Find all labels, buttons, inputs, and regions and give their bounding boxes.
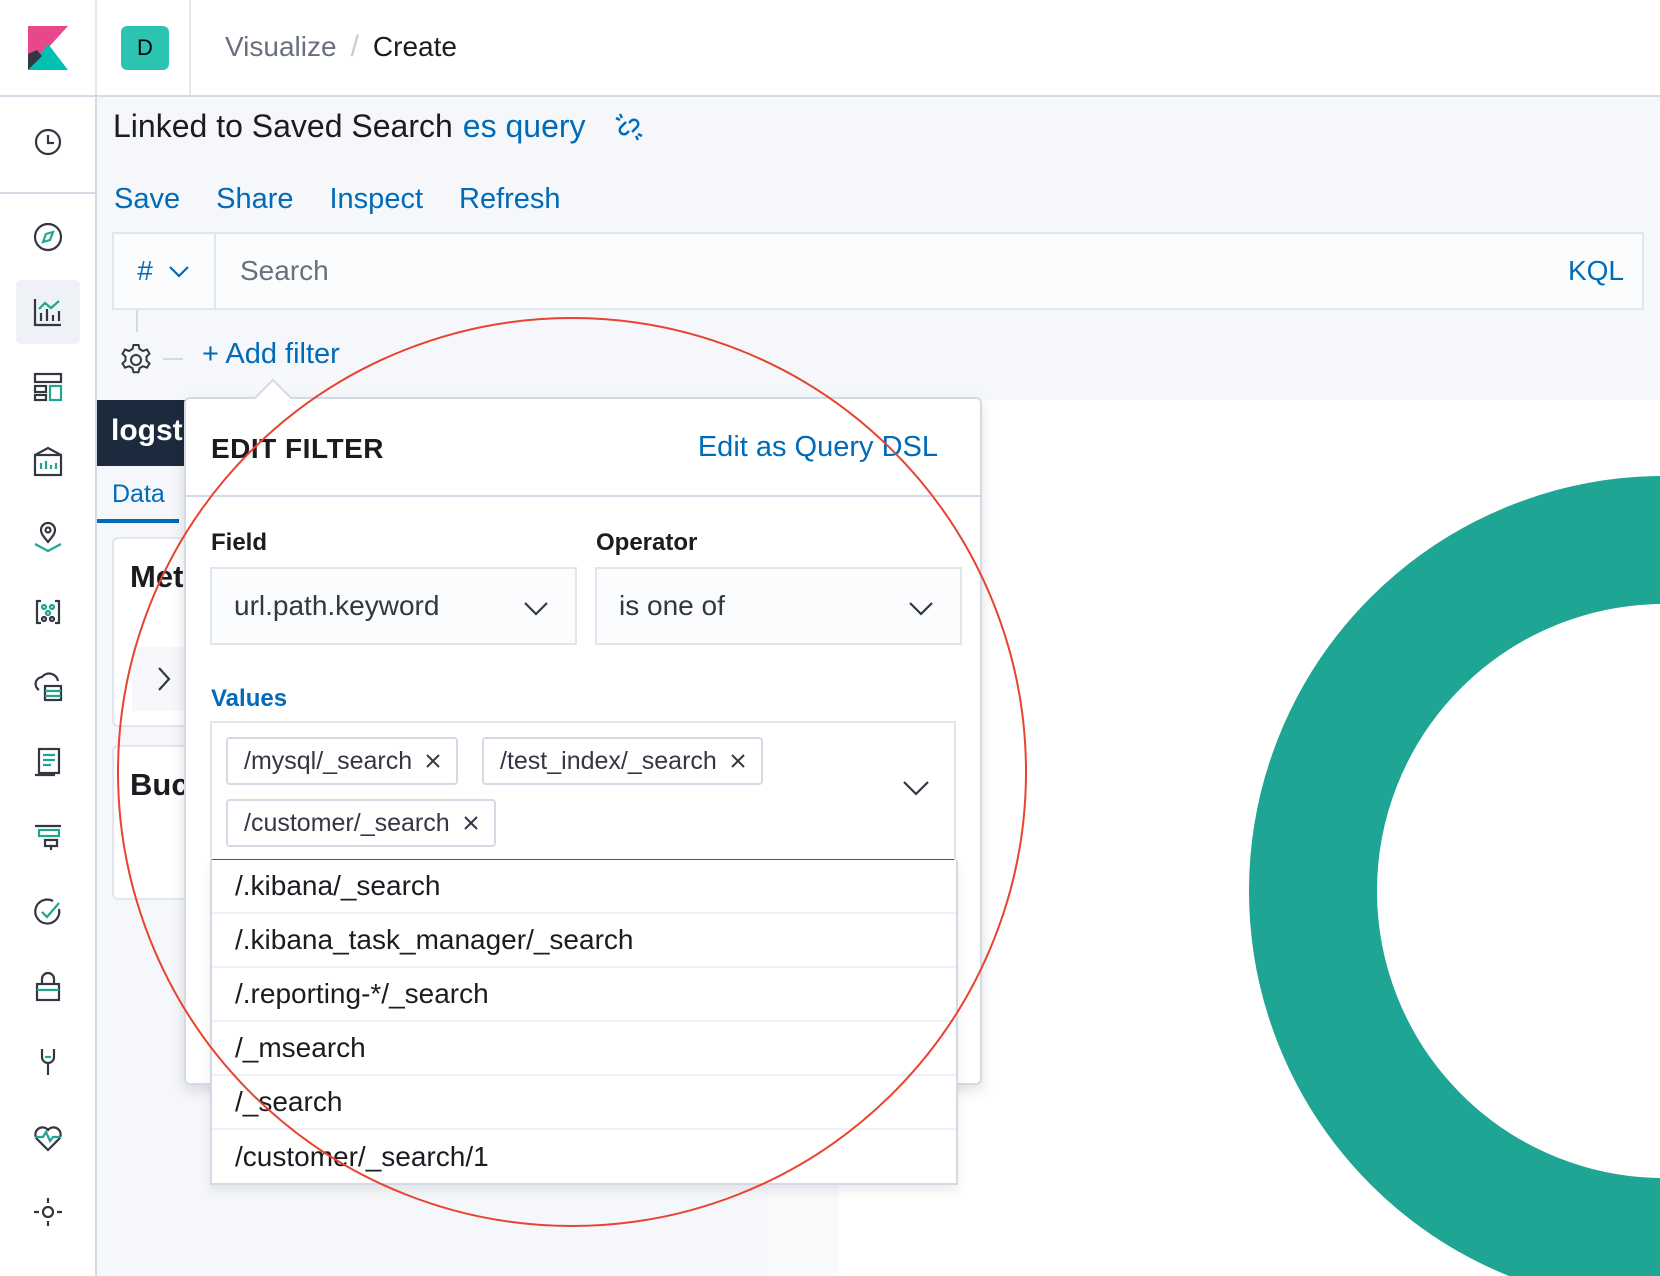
value-pill-label: /test_index/_search (500, 746, 717, 775)
close-icon[interactable] (424, 752, 442, 770)
nav-apm[interactable] (16, 805, 80, 869)
refresh-button[interactable]: Refresh (459, 183, 561, 216)
save-button[interactable]: Save (114, 183, 180, 216)
infrastructure-icon (34, 672, 63, 702)
tab-active-indicator (97, 519, 179, 523)
clock-icon (34, 128, 62, 156)
close-icon[interactable] (729, 752, 747, 770)
nav-recently-viewed[interactable] (16, 110, 80, 174)
machine-learning-icon (35, 599, 61, 625)
index-pattern-title: logst (97, 400, 197, 466)
nav-stack-monitoring[interactable] (16, 1105, 80, 1169)
chevron-down-icon (169, 266, 189, 278)
value-pill: /customer/_search (226, 799, 496, 847)
uptime-icon (34, 898, 61, 925)
query-language-toggle[interactable]: KQL (1568, 255, 1642, 287)
field-label: Field (211, 529, 268, 556)
top-header: D Visualize / Create (0, 0, 1660, 97)
wrench-icon (40, 1049, 56, 1075)
nav-dev-tools[interactable] (16, 1030, 80, 1094)
close-icon[interactable] (462, 814, 480, 832)
popover-header: EDIT FILTER Edit as Query DSL (186, 399, 980, 497)
visualize-icon (33, 299, 61, 327)
option-item[interactable]: /.kibana_task_manager/_search (212, 914, 956, 968)
pie-chart-slice[interactable] (1249, 476, 1660, 1276)
values-options-list: /.kibana/_search /.kibana_task_manager/_… (210, 860, 958, 1185)
operator-label: Operator (596, 529, 698, 556)
nav-siem[interactable] (16, 955, 80, 1019)
option-item[interactable]: /customer/_search/1 (212, 1130, 956, 1184)
saved-query-button[interactable]: # (114, 234, 216, 308)
canvas-icon (33, 446, 63, 477)
breadcrumb-visualize[interactable]: Visualize (225, 31, 337, 63)
gear-icon (34, 1198, 62, 1226)
chevron-down-icon (524, 602, 548, 616)
apm-icon (35, 824, 61, 850)
header-divider (189, 0, 191, 95)
compass-icon (33, 222, 63, 252)
hash-icon: # (137, 255, 153, 286)
filter-options-gear-icon[interactable] (118, 342, 154, 378)
value-pill: /mysql/_search (226, 737, 459, 785)
field-select[interactable]: url.path.keyword (210, 567, 577, 645)
edit-as-query-dsl-link[interactable]: Edit as Query DSL (698, 431, 938, 464)
operator-select-value: is one of (619, 590, 725, 621)
option-item[interactable]: /_msearch (212, 1022, 956, 1076)
space-avatar[interactable]: D (121, 26, 169, 70)
query-bar: # KQL (112, 232, 1644, 310)
breadcrumb-create: Create (372, 31, 457, 62)
filter-connector (136, 310, 138, 332)
inspect-button[interactable]: Inspect (330, 183, 424, 216)
breadcrumb-separator: / (350, 30, 359, 63)
share-button[interactable]: Share (216, 183, 293, 216)
nav-uptime[interactable] (16, 880, 80, 944)
nav-canvas[interactable] (16, 430, 80, 494)
nav-logs[interactable] (16, 730, 80, 794)
linked-search-link[interactable]: es query (463, 108, 586, 145)
values-combo-box[interactable]: /mysql/_search /test_index/_search /cust… (210, 721, 956, 863)
option-item[interactable]: /.reporting-*/_search (212, 968, 956, 1022)
lock-icon (35, 971, 61, 1002)
add-filter-button[interactable]: + Add filter (202, 338, 340, 371)
nav-infrastructure[interactable] (16, 655, 80, 719)
top-nav-menu: Save Share Inspect Refresh (114, 183, 561, 216)
unlink-icon[interactable] (612, 110, 646, 144)
nav-divider (0, 192, 95, 194)
values-label: Values (211, 685, 288, 712)
maps-icon (34, 521, 62, 553)
value-pill: /test_index/_search (482, 737, 763, 785)
nav-visualize[interactable] (16, 280, 80, 344)
search-input[interactable] (216, 234, 1568, 308)
chevron-down-icon (909, 602, 933, 616)
kibana-logo-icon[interactable] (28, 26, 68, 70)
dashboard-icon (33, 372, 63, 402)
value-pill-label: /mysql/_search (244, 746, 413, 775)
nav-discover[interactable] (16, 205, 80, 269)
breadcrumb: Visualize / Create (225, 30, 457, 64)
option-item[interactable]: /.kibana/_search (212, 860, 956, 914)
filter-divider (163, 358, 183, 360)
value-pill-label: /customer/_search (244, 808, 450, 837)
chevron-down-icon[interactable] (902, 773, 930, 801)
nav-dashboard[interactable] (16, 355, 80, 419)
operator-select[interactable]: is one of (595, 567, 962, 645)
nav-machine-learning[interactable] (16, 580, 80, 644)
field-select-value: url.path.keyword (234, 590, 440, 621)
nav-management[interactable] (16, 1180, 80, 1244)
side-nav (0, 97, 97, 1276)
option-item[interactable]: /_search (212, 1076, 956, 1130)
popover-title: EDIT FILTER (211, 433, 384, 464)
heartbeat-icon (34, 1126, 62, 1152)
header-divider (95, 0, 97, 95)
linked-search-title: Linked to Saved Search es query (113, 108, 646, 145)
linked-search-prefix: Linked to Saved Search (113, 108, 453, 144)
nav-maps[interactable] (16, 505, 80, 569)
logs-icon (35, 747, 61, 777)
chevron-right-icon (158, 667, 171, 691)
tab-data[interactable]: Data (112, 480, 165, 509)
